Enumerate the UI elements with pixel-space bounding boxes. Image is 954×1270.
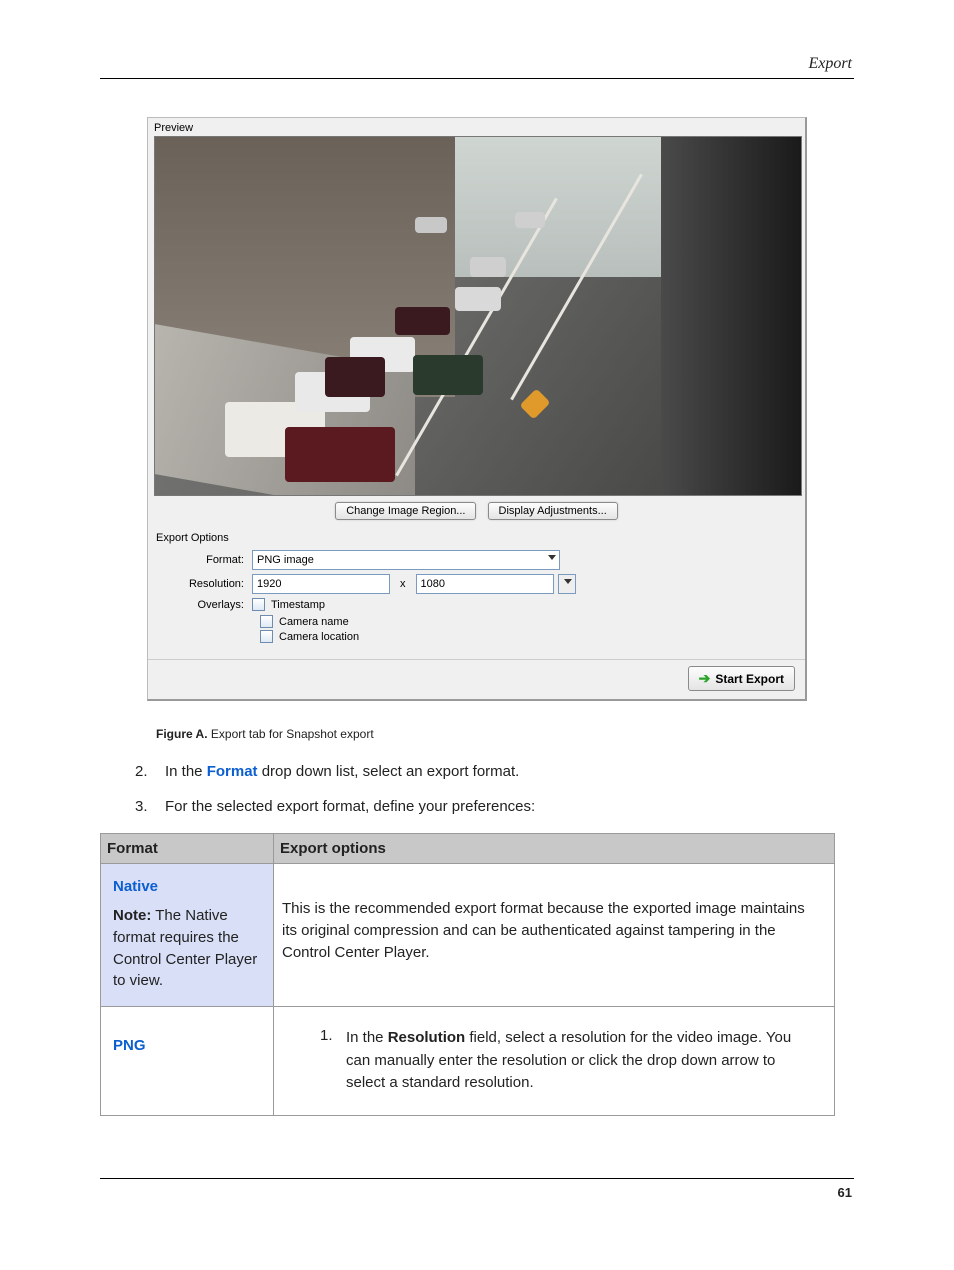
overlay-camera-name-label: Camera name xyxy=(279,616,349,628)
footer-rule xyxy=(100,1178,854,1179)
resolution-height-value: 1080 xyxy=(421,578,445,590)
png-link[interactable]: PNG xyxy=(113,1037,267,1054)
overlay-timestamp-checkbox[interactable] xyxy=(252,598,265,611)
resolution-separator: x xyxy=(400,578,406,590)
resolution-preset-dropdown[interactable] xyxy=(558,574,576,594)
table-row: Native Note: The Native format requires … xyxy=(101,864,835,1007)
native-link[interactable]: Native xyxy=(113,878,267,895)
arrow-right-icon: ➔ xyxy=(699,670,711,687)
step-2: 2. In the Format drop down list, select … xyxy=(135,763,854,780)
format-dropdown[interactable]: PNG image xyxy=(252,550,560,570)
start-export-button[interactable]: ➔ Start Export xyxy=(688,666,795,691)
figure-caption: Figure A. Export tab for Snapshot export xyxy=(156,727,854,741)
export-options-group-label: Export Options xyxy=(156,532,797,544)
step-3: 3. For the selected export format, defin… xyxy=(135,798,854,815)
resolution-label: Resolution: xyxy=(156,578,252,590)
chevron-down-icon xyxy=(564,579,572,584)
step-2-number: 2. xyxy=(135,763,165,780)
resolution-width-value: 1920 xyxy=(257,578,281,590)
format-options-table: Format Export options Native Note: The N… xyxy=(100,833,835,1116)
export-tab-screenshot: Preview xyxy=(147,117,807,701)
resolution-bold: Resolution xyxy=(388,1029,466,1046)
figure-caption-text: Export tab for Snapshot export xyxy=(208,727,374,741)
display-adjustments-button[interactable]: Display Adjustments... xyxy=(488,502,618,520)
preview-image xyxy=(154,136,802,496)
step-3-number: 3. xyxy=(135,798,165,815)
resolution-height-input[interactable]: 1080 xyxy=(416,574,554,594)
format-dropdown-value: PNG image xyxy=(257,554,314,566)
overlay-camera-name-checkbox[interactable] xyxy=(260,615,273,628)
overlays-label: Overlays: xyxy=(156,599,252,611)
table-head-format: Format xyxy=(101,834,274,864)
chevron-down-icon xyxy=(548,555,556,560)
overlay-camera-location-label: Camera location xyxy=(279,631,359,643)
step-2-text-a: In the xyxy=(165,763,207,780)
change-image-region-button[interactable]: Change Image Region... xyxy=(335,502,476,520)
figure-label: Figure A. xyxy=(156,727,208,741)
table-head-export-options: Export options xyxy=(274,834,835,864)
resolution-width-input[interactable]: 1920 xyxy=(252,574,390,594)
start-export-label: Start Export xyxy=(715,672,784,686)
header-rule xyxy=(100,78,854,79)
note-label: Note: xyxy=(113,907,151,924)
native-description: This is the recommended export format be… xyxy=(280,870,828,991)
page-header-section: Export xyxy=(100,55,854,73)
step-3-text: For the selected export format, define y… xyxy=(165,798,535,815)
preview-group-label: Preview xyxy=(154,122,799,134)
png-step-1-a: In the xyxy=(346,1029,388,1046)
step-2-text-b: drop down list, select an export format. xyxy=(258,763,520,780)
format-label: Format: xyxy=(156,554,252,566)
format-link[interactable]: Format xyxy=(207,763,258,780)
overlay-timestamp-label: Timestamp xyxy=(271,599,325,611)
table-row: PNG 1. In the Resolution field, select a… xyxy=(101,1007,835,1116)
overlay-camera-location-checkbox[interactable] xyxy=(260,630,273,643)
png-step-1-number: 1. xyxy=(320,1027,346,1095)
page-number: 61 xyxy=(100,1185,854,1200)
